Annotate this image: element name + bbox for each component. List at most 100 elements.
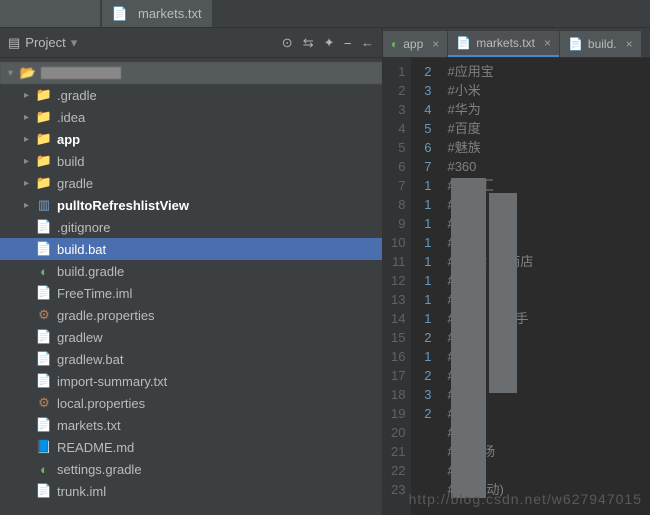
editor-tab-build-[interactable]: 📄 build. × <box>560 31 641 57</box>
gear-icon[interactable]: ✦ <box>324 35 335 51</box>
tree-item-build-bat[interactable]: 📄 build.bat <box>0 238 382 260</box>
file-icon: 📄 <box>456 36 471 50</box>
code-area[interactable]: #应用宝#小米#华为#百度#魅族#360#应用汇## 豆# 易 汇# PC 件商… <box>441 58 533 515</box>
breadcrumb-tabs: 📄 markets.txt <box>0 0 650 28</box>
tree-item-gradle-properties[interactable]: ⚙gradle.properties <box>0 304 382 326</box>
tree-item-label: markets.txt <box>57 418 121 433</box>
file-icon: 📄 <box>36 373 52 389</box>
tree-item-label: import-summary.txt <box>57 374 167 389</box>
code-line[interactable]: #百度 <box>447 119 533 138</box>
folder-icon: 📁 <box>36 153 52 169</box>
obscured-region <box>489 193 517 393</box>
tree-item-label: settings.gradle <box>57 462 142 477</box>
tree-item-label: local.properties <box>57 396 145 411</box>
tree-item-readme-md[interactable]: 📘 README.md <box>0 436 382 458</box>
tree-item-label: build.gradle <box>57 264 124 279</box>
tree-item-markets-txt[interactable]: 📄 markets.txt <box>0 414 382 436</box>
target-icon[interactable]: ⊙ <box>282 35 293 51</box>
breadcrumb-label: markets.txt <box>138 6 202 21</box>
hide-icon[interactable]: ← <box>361 35 374 51</box>
tree-item-label: trunk.iml <box>57 484 106 499</box>
tree-item-label: FreeTime.iml <box>57 286 132 301</box>
file-icon: 📄 <box>36 483 52 499</box>
expand-icon[interactable]: ▸ <box>24 200 36 211</box>
prop-icon: ⚙ <box>36 395 52 411</box>
tree-item-build[interactable]: ▸📁 build <box>0 150 382 172</box>
expand-icon[interactable]: ▸ <box>24 134 36 145</box>
sync-icon[interactable]: ⇆ <box>303 35 314 51</box>
tree-item-label: app <box>57 132 80 147</box>
tree-item-build-gradle[interactable]: ◐ build.gradle <box>0 260 382 282</box>
file-icon: 📄 <box>36 351 52 367</box>
tab-label: app <box>403 37 423 51</box>
file-icon: 📄 <box>36 329 52 345</box>
tree-item-freetime-iml[interactable]: 📄 FreeTime.iml <box>0 282 382 304</box>
breadcrumb-blank <box>0 0 100 27</box>
tree-item-label: build.bat <box>57 242 106 257</box>
tab-label: markets.txt <box>476 36 535 50</box>
tree-item-local-properties[interactable]: ⚙ local.properties <box>0 392 382 414</box>
tree-item-trunk-iml[interactable]: 📄 trunk.iml <box>0 480 382 502</box>
tree-item-label: .gradle <box>57 88 97 103</box>
tree-item-label: README.md <box>57 440 134 455</box>
folder-icon: 📁 <box>36 131 52 147</box>
tree-item-gradlew-bat[interactable]: 📄 gradlew.bat <box>0 348 382 370</box>
breadcrumb-tab[interactable]: 📄 markets.txt <box>102 0 212 27</box>
tree-item-import-summary-txt[interactable]: 📄 import-summary.txt <box>0 370 382 392</box>
code-line[interactable]: #华为 <box>447 100 533 119</box>
file-icon: 📄 <box>36 285 52 301</box>
code-line[interactable]: #360 <box>447 157 533 176</box>
gradle-icon: ◐ <box>36 264 52 279</box>
line-gutter: 1234567891011121314151617181920212223 <box>383 58 411 515</box>
close-icon[interactable]: × <box>544 36 551 50</box>
collapse-icon[interactable]: ⎯ <box>345 35 352 51</box>
tree-item-label: .gitignore <box>57 220 110 235</box>
code-line[interactable]: #小米 <box>447 81 533 100</box>
obscured-region <box>451 178 486 498</box>
expand-icon[interactable]: ▸ <box>24 90 36 101</box>
editor-tab-app[interactable]: ◐ app × <box>383 31 447 57</box>
close-icon[interactable]: × <box>626 37 633 51</box>
tree-root[interactable]: ▾ 📂 <box>0 62 382 84</box>
file-icon: 📄 <box>568 37 583 51</box>
editor-tab-markets-txt[interactable]: 📄 markets.txt × <box>448 31 559 57</box>
code-line[interactable]: #应用宝 <box>447 62 533 81</box>
tree-item-label: gradlew.bat <box>57 352 124 367</box>
file-icon: 📄 <box>36 241 52 257</box>
folder-red-icon: 📁 <box>36 87 52 103</box>
panel-dropdown-icon[interactable]: ▾ <box>71 35 78 51</box>
folder-icon: 📁 <box>36 175 52 191</box>
project-tree[interactable]: ▾ 📂 ▸📁.gradle▸📁.idea▸📁app▸📁build▸📁gradle… <box>0 58 382 515</box>
expand-icon[interactable]: ▸ <box>24 156 36 167</box>
tree-item-gradle[interactable]: ▸📁 gradle <box>0 172 382 194</box>
file-icon: 📄 <box>36 417 52 433</box>
editor-tabs: ◐ app × 📄 markets.txt × 📄 build. × <box>383 28 650 58</box>
file-icon: 📄 <box>112 6 128 22</box>
tree-item-gradlew[interactable]: 📄gradlew <box>0 326 382 348</box>
panel-title: Project <box>25 35 65 50</box>
tree-item--gitignore[interactable]: 📄 .gitignore <box>0 216 382 238</box>
tree-item-settings-gradle[interactable]: ◐settings.gradle <box>0 458 382 480</box>
tree-item-label: build <box>57 154 84 169</box>
tree-item-app[interactable]: ▸📁 app <box>0 128 382 150</box>
close-icon[interactable]: × <box>432 37 439 51</box>
md-icon: 📘 <box>36 439 52 455</box>
expand-icon[interactable]: ▸ <box>24 112 36 123</box>
tab-label: build. <box>588 37 617 51</box>
tree-item-label: pulltoRefreshlistView <box>57 198 189 213</box>
tree-item-label: gradle <box>57 176 93 191</box>
editor-body: 1234567891011121314151617181920212223 23… <box>383 58 650 515</box>
tree-item-label: .idea <box>57 110 85 125</box>
prop-icon: ⚙ <box>36 307 52 323</box>
expand-icon[interactable]: ▸ <box>24 178 36 189</box>
marker-gutter: 2345671111111121232 <box>411 58 441 515</box>
gradle-icon: ◐ <box>391 37 398 51</box>
watermark: http://blog.csdn.net/w627947015 <box>409 491 642 507</box>
tree-item--gradle[interactable]: ▸📁 .gradle <box>0 84 382 106</box>
tree-item--idea[interactable]: ▸📁 .idea <box>0 106 382 128</box>
file-icon: 📄 <box>36 219 52 235</box>
tree-item-pulltorefreshlistview[interactable]: ▸▥pulltoRefreshlistView <box>0 194 382 216</box>
project-panel-header: ▤ Project ▾ ⊙ ⇆ ✦ ⎯ ← <box>0 28 382 58</box>
folder-teal-icon: 📁 <box>36 109 52 125</box>
code-line[interactable]: #魅族 <box>447 138 533 157</box>
